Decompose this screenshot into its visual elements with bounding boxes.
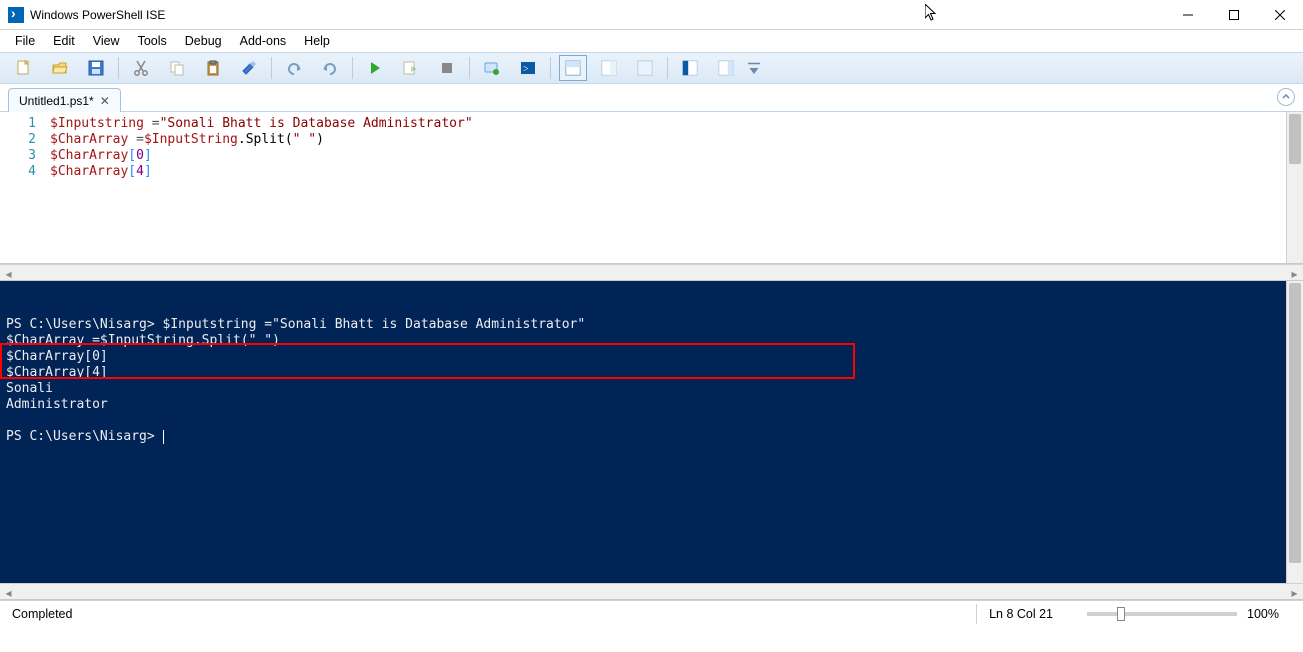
maximize-button[interactable]: [1211, 0, 1257, 30]
run-selection-button[interactable]: [397, 55, 425, 81]
show-script-right-button[interactable]: [595, 55, 623, 81]
paste-button[interactable]: [199, 55, 227, 81]
status-cursor-position: Ln 8 Col 21: [976, 604, 1065, 624]
svg-text:>: >: [523, 64, 529, 75]
toolbar-overflow-button[interactable]: [748, 55, 760, 81]
menu-view[interactable]: View: [84, 32, 129, 50]
annotation-highlight-box: [0, 343, 855, 379]
code-line: $CharArray[0]: [50, 148, 1286, 164]
menu-tools[interactable]: Tools: [129, 32, 176, 50]
zoom-value: 100%: [1247, 607, 1279, 621]
status-left: Completed: [12, 607, 72, 621]
title-bar: Windows PowerShell ISE: [0, 0, 1303, 30]
redo-button[interactable]: [316, 55, 344, 81]
zoom-slider[interactable]: [1087, 612, 1237, 616]
stop-button[interactable]: [433, 55, 461, 81]
clear-button[interactable]: [235, 55, 263, 81]
show-script-max-button[interactable]: [631, 55, 659, 81]
start-powershell-button[interactable]: >: [514, 55, 542, 81]
console-output: Administrator: [6, 397, 108, 412]
editor-horizontal-scrollbar[interactable]: ◂▸: [0, 264, 1303, 281]
menu-addons[interactable]: Add-ons: [231, 32, 296, 50]
console-caret: [163, 430, 164, 444]
console-prompt: PS C:\Users\Nisarg>: [6, 429, 163, 444]
menu-edit[interactable]: Edit: [44, 32, 84, 50]
console-output: Sonali: [6, 381, 53, 396]
script-tab[interactable]: Untitled1.ps1* ✕: [8, 88, 121, 112]
zoom-control[interactable]: 100%: [1065, 604, 1291, 624]
script-editor[interactable]: $Inputstring ="Sonali Bhatt is Database …: [50, 112, 1286, 263]
save-button[interactable]: [82, 55, 110, 81]
console-vertical-scrollbar[interactable]: [1286, 281, 1303, 583]
menu-debug[interactable]: Debug: [176, 32, 231, 50]
collapse-script-pane-button[interactable]: [1277, 88, 1295, 106]
status-bar: Completed Ln 8 Col 21 100%: [0, 600, 1303, 627]
new-button[interactable]: [10, 55, 38, 81]
open-button[interactable]: [46, 55, 74, 81]
console-pane-wrap: PS C:\Users\Nisarg> $Inputstring ="Sonal…: [0, 281, 1303, 583]
code-line: $Inputstring ="Sonali Bhatt is Database …: [50, 116, 1286, 132]
show-command-window-button[interactable]: [676, 55, 704, 81]
app-icon: [8, 7, 24, 23]
editor-vertical-scrollbar[interactable]: [1286, 112, 1303, 263]
close-tab-icon[interactable]: ✕: [100, 94, 110, 108]
script-tab-strip: Untitled1.ps1* ✕: [0, 84, 1303, 112]
console-horizontal-scrollbar[interactable]: ◂▸: [0, 583, 1303, 600]
window-title: Windows PowerShell ISE: [30, 8, 165, 22]
close-button[interactable]: [1257, 0, 1303, 30]
menu-file[interactable]: File: [6, 32, 44, 50]
script-tab-label: Untitled1.ps1*: [19, 94, 94, 108]
undo-button[interactable]: [280, 55, 308, 81]
show-command-addon-button[interactable]: [712, 55, 740, 81]
menu-bar: File Edit View Tools Debug Add-ons Help: [0, 30, 1303, 52]
code-line: $CharArray[4]: [50, 164, 1286, 180]
toolbar: >: [0, 52, 1303, 84]
minimize-button[interactable]: [1165, 0, 1211, 30]
script-editor-pane: 1 2 3 4 $Inputstring ="Sonali Bhatt is D…: [0, 112, 1303, 264]
line-number-gutter: 1 2 3 4: [0, 112, 50, 263]
run-button[interactable]: [361, 55, 389, 81]
copy-button[interactable]: [163, 55, 191, 81]
code-line: $CharArray =$InputString.Split(" "): [50, 132, 1286, 148]
console-line: PS C:\Users\Nisarg> $Inputstring ="Sonal…: [6, 317, 585, 332]
new-remote-tab-button[interactable]: [478, 55, 506, 81]
menu-help[interactable]: Help: [295, 32, 339, 50]
cut-button[interactable]: [127, 55, 155, 81]
console-pane[interactable]: PS C:\Users\Nisarg> $Inputstring ="Sonal…: [0, 281, 1286, 583]
show-script-top-button[interactable]: [559, 55, 587, 81]
